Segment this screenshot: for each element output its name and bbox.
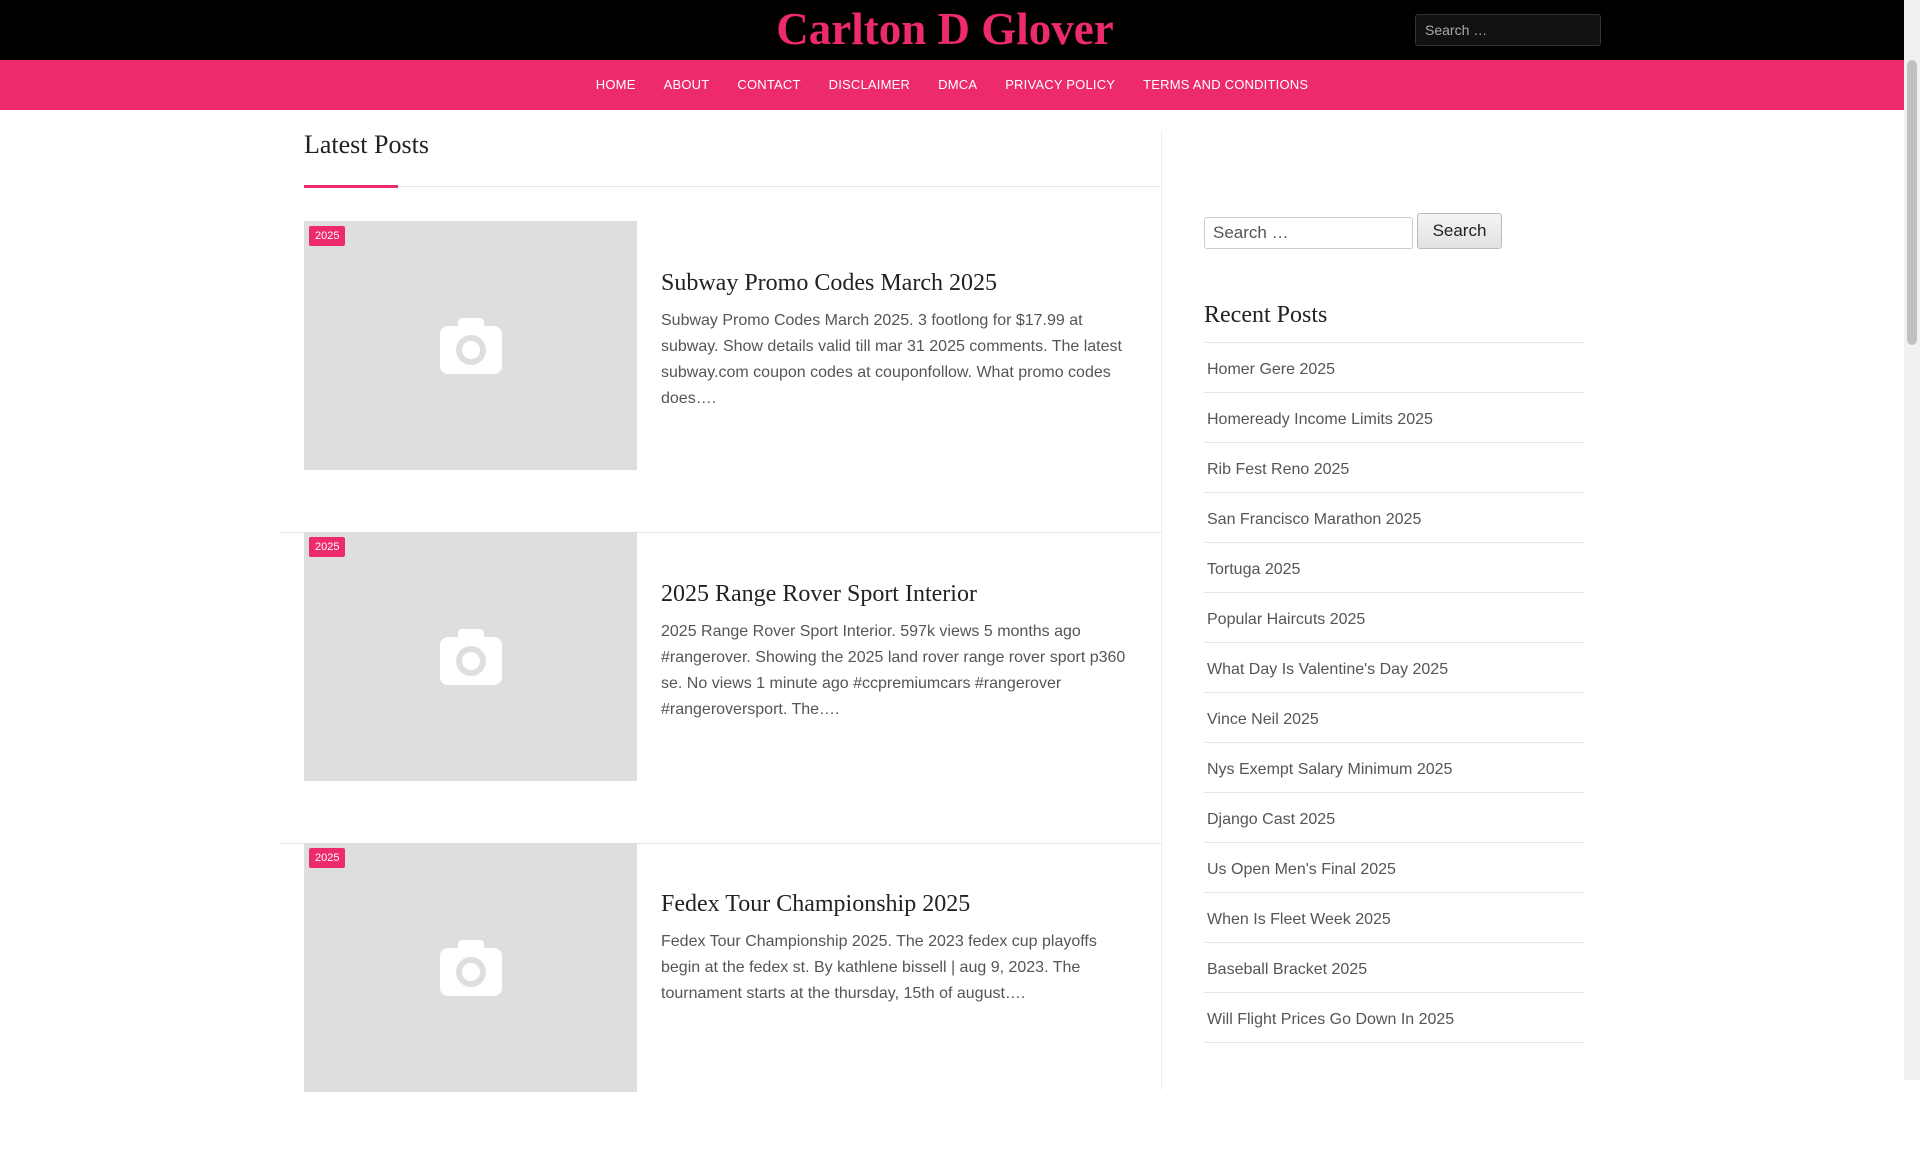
list-item: What Day Is Valentine's Day 2025 [1204, 643, 1584, 693]
header-search-input[interactable] [1415, 14, 1601, 46]
nav-item-privacy-policy[interactable]: PRIVACY POLICY [1005, 77, 1115, 92]
recent-posts-list: Homer Gere 2025 Homeready Income Limits … [1204, 342, 1584, 1043]
list-item: Rib Fest Reno 2025 [1204, 443, 1584, 493]
post-excerpt: 2025 Range Rover Sport Interior. 597k vi… [661, 623, 1126, 718]
nav-item-contact[interactable]: CONTACT [737, 77, 800, 92]
post-title[interactable]: Subway Promo Codes March 2025 [661, 268, 1131, 298]
post-title-text[interactable]: Fedex Tour Championship 2025 [661, 891, 970, 917]
post-card: 2025 Fedex Tour Championship 2025 Fedex … [280, 843, 1162, 1154]
list-item: San Francisco Marathon 2025 [1204, 493, 1584, 543]
post-title-text[interactable]: Subway Promo Codes March 2025 [661, 270, 997, 296]
list-item: Vince Neil 2025 [1204, 693, 1584, 743]
recent-post-link[interactable]: Homeready Income Limits 2025 [1207, 393, 1581, 429]
post-title[interactable]: Fedex Tour Championship 2025 [661, 889, 1131, 919]
category-badge[interactable]: 2025 [309, 226, 346, 246]
recent-post-link[interactable]: When Is Fleet Week 2025 [1207, 893, 1581, 929]
post-thumbnail[interactable]: 2025 [304, 532, 637, 781]
post-title-text[interactable]: 2025 Range Rover Sport Interior [661, 581, 977, 607]
top-bar: Carlton D Glover [0, 0, 1904, 60]
category-badge[interactable]: 2025 [309, 848, 346, 868]
list-item: Homeready Income Limits 2025 [1204, 393, 1584, 443]
list-item: Django Cast 2025 [1204, 793, 1584, 843]
list-item: When Is Fleet Week 2025 [1204, 893, 1584, 943]
post-card: 2025 2025 Range Rover Sport Interior 202… [280, 532, 1162, 844]
list-item: Homer Gere 2025 [1204, 343, 1584, 393]
list-item: Tortuga 2025 [1204, 543, 1584, 593]
nav-item-about[interactable]: ABOUT [664, 77, 710, 92]
recent-post-link[interactable]: What Day Is Valentine's Day 2025 [1207, 643, 1581, 679]
recent-post-link[interactable]: Us Open Men's Final 2025 [1207, 843, 1581, 879]
recent-post-link[interactable]: Homer Gere 2025 [1207, 343, 1581, 379]
post-excerpt: Subway Promo Codes March 2025. 3 footlon… [661, 312, 1122, 407]
section-header: Latest Posts [304, 130, 1160, 188]
recent-post-link[interactable]: San Francisco Marathon 2025 [1207, 493, 1581, 529]
nav-item-dmca[interactable]: DMCA [938, 77, 977, 92]
nav-item-terms[interactable]: TERMS AND CONDITIONS [1143, 77, 1308, 92]
page-title: Latest Posts [304, 130, 429, 159]
post-card: 2025 Subway Promo Codes March 2025 Subwa… [280, 221, 1162, 533]
nav-item-home[interactable]: HOME [596, 77, 636, 92]
recent-post-link[interactable]: Vince Neil 2025 [1207, 693, 1581, 729]
sidebar-search-button[interactable]: Search [1417, 213, 1502, 249]
nav-list: HOME ABOUT CONTACT DISCLAIMER DMCA PRIVA… [0, 60, 1904, 110]
post-excerpt: Fedex Tour Championship 2025. The 2023 f… [661, 933, 1097, 1002]
camera-icon [440, 940, 502, 996]
list-item: Nys Exempt Salary Minimum 2025 [1204, 743, 1584, 793]
scrollbar-thumb[interactable] [1907, 60, 1917, 345]
recent-post-link[interactable]: Baseball Bracket 2025 [1207, 943, 1581, 979]
main-navigation: HOME ABOUT CONTACT DISCLAIMER DMCA PRIVA… [0, 60, 1904, 110]
nav-item-disclaimer[interactable]: DISCLAIMER [829, 77, 910, 92]
recent-posts-title: Recent Posts [1204, 302, 1328, 328]
post-thumbnail[interactable]: 2025 [304, 843, 637, 1092]
camera-icon [440, 318, 502, 374]
recent-post-link[interactable]: Popular Haircuts 2025 [1207, 593, 1581, 629]
recent-post-link[interactable]: Nys Exempt Salary Minimum 2025 [1207, 743, 1581, 779]
recent-post-link[interactable]: Django Cast 2025 [1207, 793, 1581, 829]
list-item: Popular Haircuts 2025 [1204, 593, 1584, 643]
recent-post-link[interactable]: Tortuga 2025 [1207, 543, 1581, 579]
category-badge[interactable]: 2025 [309, 537, 346, 557]
page-scrollbar[interactable] [1904, 0, 1920, 1080]
list-item: Us Open Men's Final 2025 [1204, 843, 1584, 893]
list-item: Baseball Bracket 2025 [1204, 943, 1584, 993]
camera-icon [440, 629, 502, 685]
title-underline [304, 185, 398, 188]
post-thumbnail[interactable]: 2025 [304, 221, 637, 470]
recent-post-link[interactable]: Will Flight Prices Go Down In 2025 [1207, 993, 1581, 1029]
site-title[interactable]: Carlton D Glover [0, 0, 1890, 58]
post-title[interactable]: 2025 Range Rover Sport Interior [661, 579, 1131, 609]
sidebar-search-input[interactable] [1204, 217, 1413, 249]
list-item: Will Flight Prices Go Down In 2025 [1204, 993, 1584, 1043]
recent-post-link[interactable]: Rib Fest Reno 2025 [1207, 443, 1581, 479]
